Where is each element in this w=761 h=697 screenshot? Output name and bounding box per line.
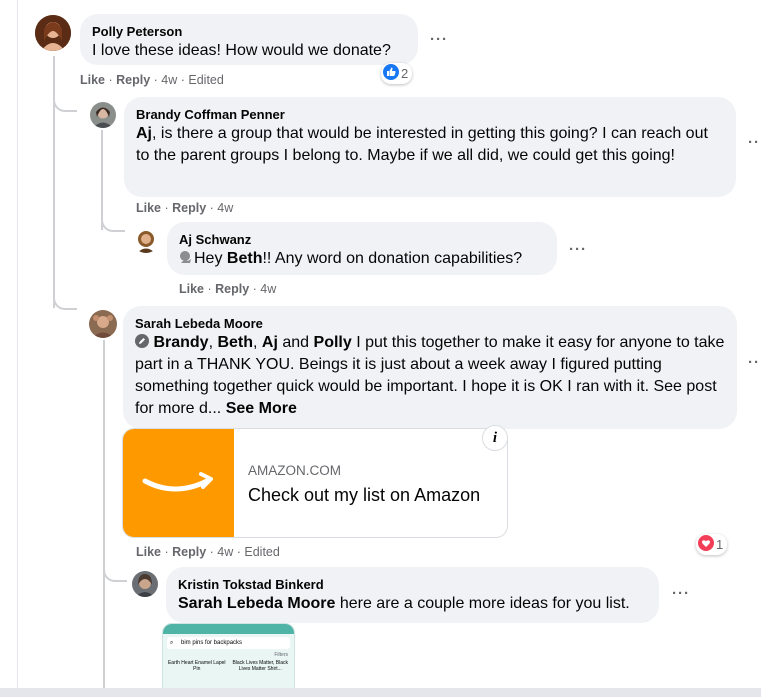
result-item: Earth Heart Enamel Lapel Pin: [167, 660, 226, 672]
reply-link[interactable]: Reply: [172, 545, 206, 559]
commenter-name[interactable]: Polly Peterson: [92, 23, 406, 40]
comment-text: Brandy, Beth, Aj and Polly I put this to…: [135, 334, 725, 417]
link-title[interactable]: Check out my list on Amazon: [248, 485, 480, 506]
avatar-sarah[interactable]: [89, 310, 117, 338]
avatar-polly[interactable]: [35, 15, 71, 51]
thread-curve-sarah: [53, 294, 77, 310]
commenter-name[interactable]: Kristin Tokstad Binkerd: [178, 576, 647, 593]
see-more-link[interactable]: See More: [226, 400, 297, 417]
avatar-kristin[interactable]: [132, 571, 158, 597]
speech-icon: [179, 250, 194, 267]
feed-border-line: [17, 0, 18, 690]
avatar-brandy[interactable]: [90, 102, 116, 128]
avatar-aj[interactable]: [133, 227, 159, 253]
thread-curve-aj: [101, 216, 125, 232]
thread-curve-brandy: [53, 96, 77, 112]
more-options-button[interactable]: ···: [672, 585, 690, 602]
mention-link[interactable]: Polly: [314, 334, 352, 351]
info-button[interactable]: i: [482, 425, 508, 451]
image-attachment[interactable]: ⌕ bim pins for backpacks Filters Earth H…: [162, 623, 295, 689]
comment-text: Hey Beth!! Any word on donation capabili…: [179, 248, 545, 270]
comment-bubble-kristin: Kristin Tokstad Binkerd Sarah Lebeda Moo…: [166, 567, 659, 623]
timestamp[interactable]: 4w: [217, 201, 233, 215]
search-query: bim pins for backpacks: [181, 640, 243, 646]
edited-label: Edited: [244, 545, 280, 559]
search-icon: ⌕: [170, 640, 174, 646]
comment-bubble-polly: Polly Peterson I love these ideas! How w…: [80, 14, 418, 65]
thread-line-main: [53, 56, 55, 308]
more-options-button[interactable]: ···: [748, 134, 761, 151]
like-reaction-icon: [383, 64, 399, 83]
reaction-count: 1: [716, 537, 724, 552]
amazon-smile-icon: [142, 472, 213, 492]
comment-actions: Like · Reply · 4w · Edited: [80, 73, 224, 87]
reaction-count-badge[interactable]: 1: [696, 534, 728, 555]
thread-line-brandy: [101, 130, 103, 230]
thread-curve-kristin: [103, 566, 127, 582]
comment-bubble-aj: Aj Schwanz Hey Beth!! Any word on donati…: [167, 222, 557, 275]
reply-link[interactable]: Reply: [172, 201, 206, 215]
comment-text: I love these ideas! How would we donate?: [92, 42, 391, 59]
amazon-logo-thumbnail: [123, 429, 234, 537]
comment-actions: Like · Reply · 4w · Edited: [136, 545, 280, 559]
bottom-scroll-bar: [0, 688, 761, 697]
avatar-aj-image: [133, 227, 159, 253]
more-options-button[interactable]: ···: [430, 31, 448, 48]
avatar-polly-image: [35, 15, 71, 51]
mention-link[interactable]: Aj: [136, 125, 152, 142]
like-link[interactable]: Like: [179, 282, 204, 296]
result-item: Black Lives Matter, Black Lives Matter S…: [232, 660, 289, 672]
reply-link[interactable]: Reply: [215, 282, 249, 296]
timestamp[interactable]: 4w: [217, 545, 233, 559]
timestamp[interactable]: 4w: [161, 73, 177, 87]
like-link[interactable]: Like: [136, 201, 161, 215]
commenter-name[interactable]: Aj Schwanz: [179, 231, 545, 248]
like-link[interactable]: Like: [80, 73, 105, 87]
comment-bubble-sarah: Sarah Lebeda Moore Brandy, Beth, Aj and …: [123, 306, 737, 429]
comment-actions: Like · Reply · 4w: [136, 201, 234, 215]
mention-link[interactable]: Brandy: [153, 334, 208, 351]
edit-pencil-icon: [135, 334, 149, 351]
edited-label: Edited: [188, 73, 224, 87]
reaction-count: 2: [401, 66, 409, 81]
love-reaction-icon: [698, 535, 714, 554]
comment-actions: Like · Reply · 4w: [179, 282, 277, 296]
more-options-button[interactable]: ···: [569, 241, 587, 258]
avatar-sarah-image: [89, 310, 117, 338]
like-link[interactable]: Like: [136, 545, 161, 559]
commenter-name[interactable]: Brandy Coffman Penner: [136, 106, 724, 123]
link-preview-card[interactable]: AMAZON.COM Check out my list on Amazon: [122, 428, 508, 538]
avatar-brandy-image: [90, 102, 116, 128]
mention-link[interactable]: Aj: [262, 334, 278, 351]
avatar-kristin-image: [132, 571, 158, 597]
search-bar: ⌕ bim pins for backpacks: [167, 637, 290, 649]
thread-line-sarah: [103, 340, 105, 690]
reaction-count-badge[interactable]: 2: [381, 63, 413, 84]
phone-status-bar: [163, 624, 294, 634]
comment-bubble-brandy: Brandy Coffman Penner Aj, is there a gro…: [124, 97, 736, 197]
mention-link[interactable]: Sarah Lebeda Moore: [178, 595, 335, 612]
timestamp[interactable]: 4w: [260, 282, 276, 296]
more-options-button[interactable]: ···: [748, 354, 761, 371]
link-domain: AMAZON.COM: [248, 463, 341, 478]
comment-text: Aj, is there a group that would be inter…: [136, 125, 708, 164]
comment-text: Sarah Lebeda Moore here are a couple mor…: [178, 595, 630, 612]
mention-link[interactable]: Beth: [217, 334, 253, 351]
mention-link[interactable]: Beth: [227, 250, 263, 267]
result-row: Earth Heart Enamel Lapel Pin Black Lives…: [163, 658, 294, 674]
reply-link[interactable]: Reply: [116, 73, 150, 87]
commenter-name[interactable]: Sarah Lebeda Moore: [135, 315, 725, 332]
